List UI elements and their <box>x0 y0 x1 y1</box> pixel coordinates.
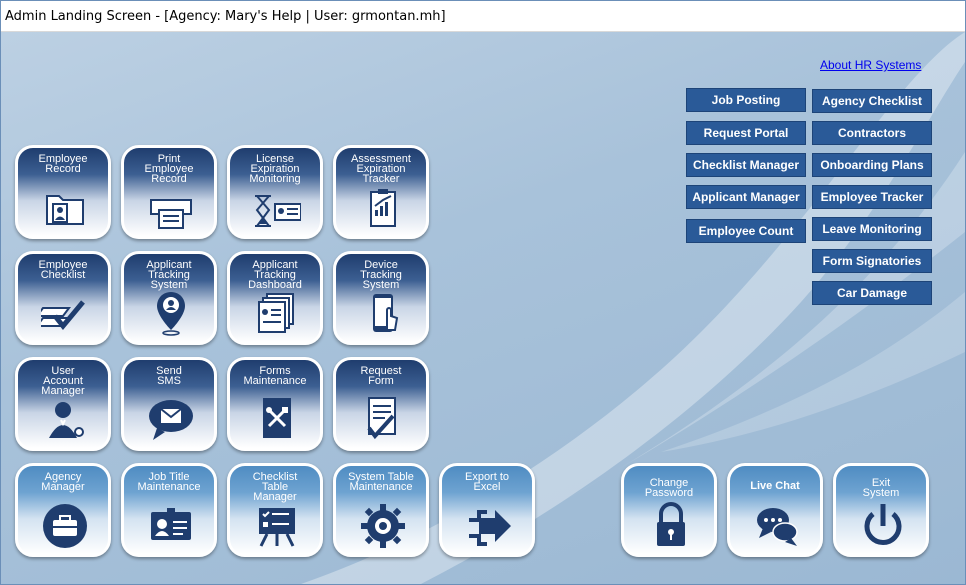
assessment-expiration-tracker-tile[interactable]: Assessment Expiration Tracker <box>333 145 429 239</box>
tile-label: Send SMS <box>156 365 182 387</box>
window-title: Admin Landing Screen - [Agency: Mary's H… <box>5 9 446 24</box>
tile-label: Change Password <box>644 477 694 499</box>
checkmark-list-icon <box>41 300 85 330</box>
employee-record-tile[interactable]: Employee Record <box>15 145 111 239</box>
printer-icon <box>150 199 192 229</box>
tile-label: Forms Maintenance <box>243 365 307 387</box>
tile-label: Agency Manager <box>41 471 85 493</box>
tile-label: Applicant Tracking System <box>146 259 192 291</box>
tile-label: User Account Manager <box>41 365 85 397</box>
briefcase-icon <box>43 504 87 548</box>
agency-checklist-button[interactable]: Agency Checklist <box>812 89 932 113</box>
employee-tracker-button[interactable]: Employee Tracker <box>812 185 932 209</box>
employee-checklist-tile[interactable]: Employee Checklist <box>15 251 111 345</box>
car-damage-button[interactable]: Car Damage <box>812 281 932 305</box>
tile-label: Employee Record <box>38 153 88 175</box>
tile-label: Print Employee Record <box>144 153 194 185</box>
send-sms-tile[interactable]: Send SMS <box>121 357 217 451</box>
folder-person-icon <box>46 195 84 225</box>
applicant-manager-button[interactable]: Applicant Manager <box>686 185 806 209</box>
agency-manager-tile[interactable]: Agency Manager <box>15 463 111 557</box>
tools-document-icon <box>263 398 291 438</box>
device-tracking-system-tile[interactable]: Device Tracking System <box>333 251 429 345</box>
applicant-tracking-dashboard-tile[interactable]: Applicant Tracking Dashboard <box>227 251 323 345</box>
live-chat-tile[interactable]: Live Chat <box>727 463 823 557</box>
applicant-tracking-system-tile[interactable]: Applicant Tracking System <box>121 251 217 345</box>
job-posting-button[interactable]: Job Posting <box>686 88 806 112</box>
license-expiration-monitoring-tile[interactable]: License Expiration Monitoring <box>227 145 323 239</box>
checklist-manager-button[interactable]: Checklist Manager <box>686 153 806 177</box>
export-arrow-icon <box>469 510 511 546</box>
form-checkmark-icon <box>367 397 396 440</box>
onboarding-plans-button[interactable]: Onboarding Plans <box>812 153 932 177</box>
about-hr-systems-link[interactable]: About HR Systems <box>820 58 921 72</box>
clipboard-chart-icon <box>370 189 396 227</box>
padlock-icon <box>657 502 685 546</box>
tile-label: Live Chat <box>750 480 800 492</box>
gear-icon <box>361 504 405 548</box>
system-table-maintenance-tile[interactable]: System Table Maintenance <box>333 463 429 557</box>
tile-label: Job Title Maintenance <box>137 471 201 493</box>
job-title-maintenance-tile[interactable]: Job Title Maintenance <box>121 463 217 557</box>
power-icon <box>864 504 902 545</box>
user-manager-icon <box>49 402 84 438</box>
message-envelope-icon <box>149 400 193 440</box>
tile-label: Request Form <box>360 365 402 387</box>
location-pin-icon <box>157 292 185 336</box>
print-employee-record-tile[interactable]: Print Employee Record <box>121 145 217 239</box>
app-window: Admin Landing Screen - [Agency: Mary's H… <box>0 0 966 585</box>
leave-monitoring-button[interactable]: Leave Monitoring <box>812 217 932 241</box>
tile-label: System Table Maintenance <box>348 471 414 493</box>
employee-count-button[interactable]: Employee Count <box>686 219 806 243</box>
checklist-board-icon <box>259 508 295 547</box>
tile-label: Employee Checklist <box>38 259 88 281</box>
change-password-tile[interactable]: Change Password <box>621 463 717 557</box>
stacked-cards-icon <box>258 293 294 333</box>
checklist-table-manager-tile[interactable]: Checklist Table Manager <box>227 463 323 557</box>
hourglass-license-icon <box>255 195 301 227</box>
landing-area: About HR Systems Job Posting Request Por… <box>1 32 965 584</box>
tile-label: Assessment Expiration Tracker <box>351 153 411 185</box>
request-form-tile[interactable]: Request Form <box>333 357 429 451</box>
title-bar: Admin Landing Screen - [Agency: Mary's H… <box>1 1 965 32</box>
tile-label: Exit System <box>862 477 900 499</box>
export-to-excel-tile[interactable]: Export to Excel <box>439 463 535 557</box>
form-signatories-button[interactable]: Form Signatories <box>812 249 932 273</box>
tile-label: Export to Excel <box>464 471 510 493</box>
contractors-button[interactable]: Contractors <box>812 121 932 145</box>
smartphone-touch-icon <box>373 294 399 332</box>
request-portal-button[interactable]: Request Portal <box>686 121 806 145</box>
chat-bubbles-icon <box>757 508 798 546</box>
user-account-manager-tile[interactable]: User Account Manager <box>15 357 111 451</box>
tile-label: Device Tracking System <box>360 259 402 291</box>
exit-system-tile[interactable]: Exit System <box>833 463 929 557</box>
forms-maintenance-tile[interactable]: Forms Maintenance <box>227 357 323 451</box>
tile-label: Checklist Table Manager <box>252 471 298 503</box>
tile-label: License Expiration Monitoring <box>249 153 301 185</box>
tile-label: Applicant Tracking Dashboard <box>248 259 302 291</box>
id-badge-icon <box>151 508 191 540</box>
